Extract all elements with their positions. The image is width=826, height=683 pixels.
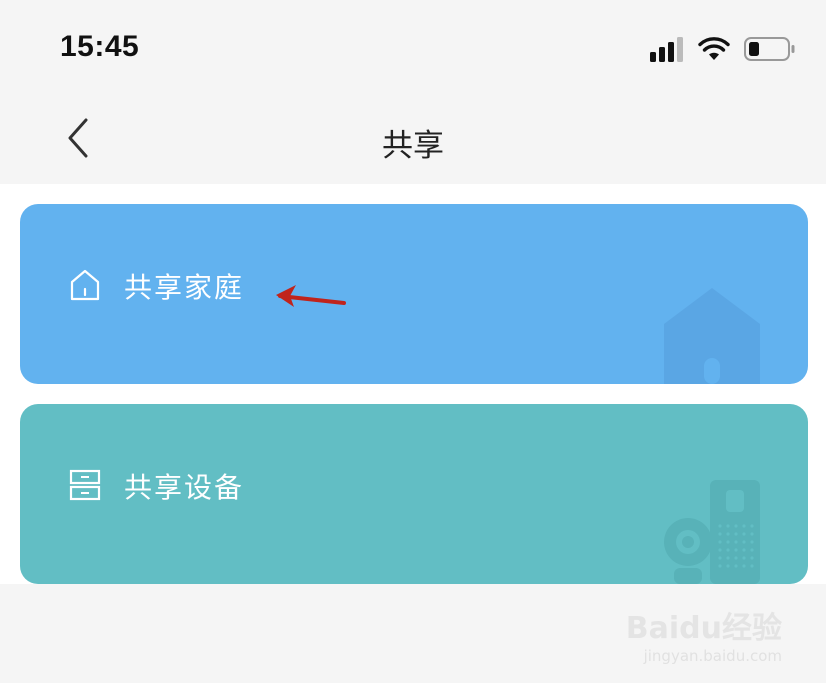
share-family-label: 共享家庭 bbox=[124, 271, 245, 304]
share-device-label: 共享设备 bbox=[124, 471, 245, 504]
watermark: Baidu经验 jingyan.baidu.com bbox=[626, 603, 782, 665]
speaker-decoration-icon bbox=[710, 480, 760, 584]
status-icons bbox=[650, 36, 796, 62]
share-device-card[interactable]: 共享设备 bbox=[20, 404, 808, 584]
device-outline-icon bbox=[69, 469, 101, 501]
watermark-logo: Baidu经验 bbox=[625, 611, 782, 646]
status-time: 15:45 bbox=[60, 30, 140, 63]
share-options-list: 共享家庭 共享设备 bbox=[0, 184, 826, 584]
nav-bar: 共享 bbox=[0, 96, 826, 184]
wifi-icon bbox=[698, 37, 730, 60]
share-family-card[interactable]: 共享家庭 bbox=[20, 204, 808, 384]
watermark-url: jingyan.baidu.com bbox=[643, 647, 782, 665]
home-outline-icon bbox=[70, 269, 100, 301]
house-decoration-icon bbox=[664, 288, 760, 384]
annotation-arrow bbox=[276, 285, 346, 307]
battery-icon bbox=[744, 37, 795, 61]
page-title: 共享 bbox=[382, 128, 444, 164]
signal-icon bbox=[650, 37, 683, 62]
camera-decoration-icon bbox=[664, 518, 712, 584]
status-bar: 15:45 bbox=[0, 0, 826, 96]
